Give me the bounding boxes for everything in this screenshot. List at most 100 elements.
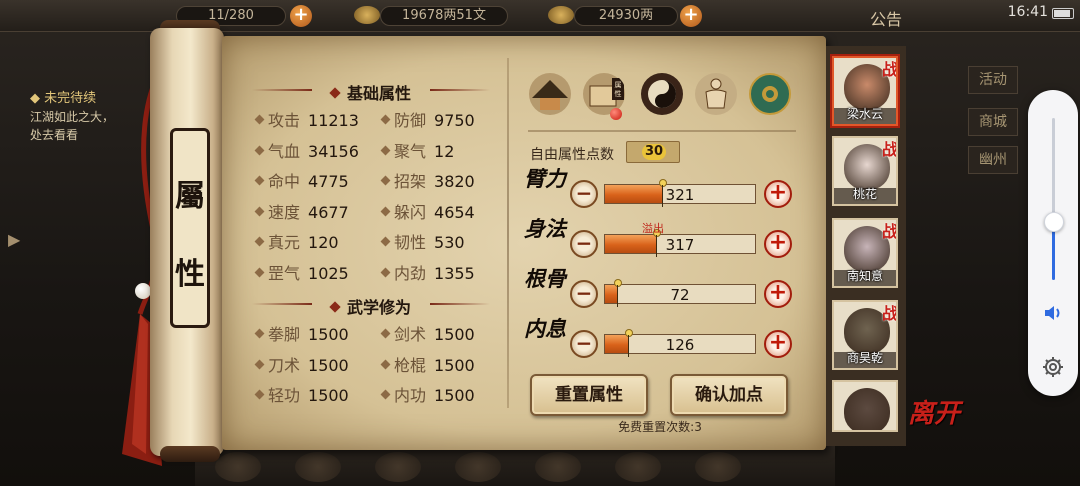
- confirm-points-button[interactable]: 确认加点: [670, 374, 788, 416]
- stat-value: 1500: [434, 386, 475, 405]
- increase-attribute-button[interactable]: +: [764, 230, 792, 258]
- attribute-name: 臂力: [524, 166, 566, 191]
- stat-cell: 聚气 12: [380, 141, 455, 163]
- hat-icon[interactable]: [528, 72, 572, 116]
- stat-cell: 枪棍 1500: [380, 355, 475, 377]
- silver-counter: 24930两: [574, 6, 678, 26]
- add-silver-button[interactable]: +: [680, 5, 702, 27]
- stat-cell: 攻击 11213: [254, 110, 359, 132]
- stat-value: 120: [308, 233, 339, 252]
- attribute-value: 321: [665, 186, 695, 204]
- stat-value: 530: [434, 233, 465, 252]
- stat-cell: 真元 120: [254, 232, 339, 254]
- volume-slider-track[interactable]: [1052, 118, 1055, 280]
- attribute-value: 126: [665, 336, 695, 354]
- stat-value: 1500: [308, 355, 349, 375]
- character-portrait: [844, 388, 890, 430]
- stat-cell: 轻功 1500: [254, 385, 349, 407]
- stat-name: 内劲: [394, 263, 427, 283]
- increase-attribute-button[interactable]: +: [764, 330, 792, 358]
- jade-disc-icon[interactable]: [748, 72, 792, 116]
- body-icon[interactable]: [694, 72, 738, 116]
- stat-value: 34156: [308, 141, 359, 161]
- bottom-tab-5[interactable]: [535, 452, 581, 482]
- stat-name: 招架: [394, 172, 427, 191]
- martial-arts-header: 武学修为: [252, 294, 490, 318]
- leave-button[interactable]: 离开: [908, 401, 960, 427]
- bottom-tab-1[interactable]: [215, 452, 261, 482]
- overflow-tag: 溢出: [642, 222, 664, 235]
- stat-row: 罡气 1025 内劲 1355: [254, 263, 496, 285]
- shop-button[interactable]: 商城: [968, 108, 1018, 136]
- volume-slider-thumb[interactable]: [1044, 212, 1064, 232]
- character-card[interactable]: [832, 380, 898, 432]
- copper-coin-icon: [354, 6, 380, 24]
- decrease-attribute-button[interactable]: −: [570, 330, 598, 358]
- stat-cell: 防御 9750: [380, 110, 475, 132]
- stat-row: 攻击 11213 防御 9750: [254, 110, 496, 132]
- stat-cell: 韧性 530: [380, 232, 465, 254]
- stat-cell: 内劲 1355: [380, 263, 475, 285]
- bottom-tab-4[interactable]: [455, 452, 501, 482]
- character-name: 桃花: [852, 187, 877, 201]
- bottom-tab-7[interactable]: [695, 452, 741, 482]
- character-card[interactable]: 商昊乾 战: [832, 300, 898, 370]
- stat-diamond-icon: [254, 267, 265, 277]
- stat-diamond-icon: [254, 359, 265, 369]
- stat-cell: 刀术 1500: [254, 355, 349, 377]
- header-diamond-icon: [329, 301, 341, 313]
- character-card[interactable]: 桃花 战: [832, 136, 898, 206]
- increase-attribute-button[interactable]: +: [764, 280, 792, 308]
- character-card[interactable]: 南知意 战: [832, 218, 898, 288]
- battle-badge: 战: [881, 222, 898, 241]
- decrease-attribute-button[interactable]: −: [570, 180, 598, 208]
- copper-counter: 19678两51文: [380, 6, 508, 26]
- activity-button[interactable]: 活动: [968, 66, 1018, 94]
- stat-cell: 气血 34156: [254, 141, 359, 163]
- stat-diamond-icon: [380, 175, 391, 186]
- attribute-bar: 317: [604, 229, 756, 257]
- decrease-attribute-button[interactable]: −: [570, 230, 598, 258]
- free-points-label: 自由属性点数: [530, 147, 614, 163]
- gear-icon[interactable]: [1042, 356, 1064, 378]
- stat-diamond-icon: [380, 114, 391, 125]
- stat-cell: 躲闪 4654: [380, 202, 475, 224]
- panel-divider: [507, 58, 509, 408]
- notice-button[interactable]: 公告: [870, 6, 902, 30]
- character-name: 南知意: [846, 269, 883, 283]
- speaker-icon[interactable]: [1042, 302, 1064, 324]
- stat-cell: 命中 4775: [254, 171, 349, 193]
- stat-name: 躲闪: [394, 202, 427, 222]
- add-stamina-button[interactable]: +: [290, 5, 312, 27]
- bottom-tab-6[interactable]: [615, 452, 661, 482]
- battery-icon: [1052, 8, 1074, 19]
- stat-name: 防御: [394, 111, 427, 130]
- stat-name: 轻功: [268, 386, 301, 405]
- stat-row: 命中 4775 招架 3820: [254, 171, 496, 193]
- scroll-rod-bottom: [160, 446, 220, 462]
- taiji-icon[interactable]: [640, 72, 684, 116]
- stat-diamond-icon: [254, 389, 265, 400]
- bottom-tab-2[interactable]: [295, 452, 341, 482]
- bottom-tab-3[interactable]: [375, 452, 421, 482]
- equipment-divider: [528, 130, 796, 132]
- decrease-attribute-button[interactable]: −: [570, 280, 598, 308]
- stat-value: 11213: [308, 111, 359, 130]
- stat-name: 真元: [268, 233, 301, 252]
- quest-diamond-icon: ◆: [30, 91, 45, 106]
- expand-arrow-icon[interactable]: ▶: [8, 230, 22, 254]
- reset-attributes-button[interactable]: 重置属性: [530, 374, 648, 416]
- character-card[interactable]: 梁水云 战: [832, 56, 898, 126]
- scroll-title-panel: 屬 性: [170, 128, 210, 328]
- stat-value: 1355: [434, 263, 475, 283]
- svg-text:属: 属: [615, 81, 622, 89]
- increase-attribute-button[interactable]: +: [764, 180, 792, 208]
- character-name: 梁水云: [846, 107, 883, 121]
- stat-cell: 内功 1500: [380, 385, 475, 407]
- martial-arts-title: 武学修为: [346, 298, 411, 317]
- attribute-bar: 72: [604, 279, 756, 307]
- volume-panel: [1028, 90, 1078, 396]
- stat-diamond-icon: [254, 175, 265, 186]
- stat-value: 12: [434, 141, 455, 161]
- quest-title: 未完待续: [44, 91, 97, 106]
